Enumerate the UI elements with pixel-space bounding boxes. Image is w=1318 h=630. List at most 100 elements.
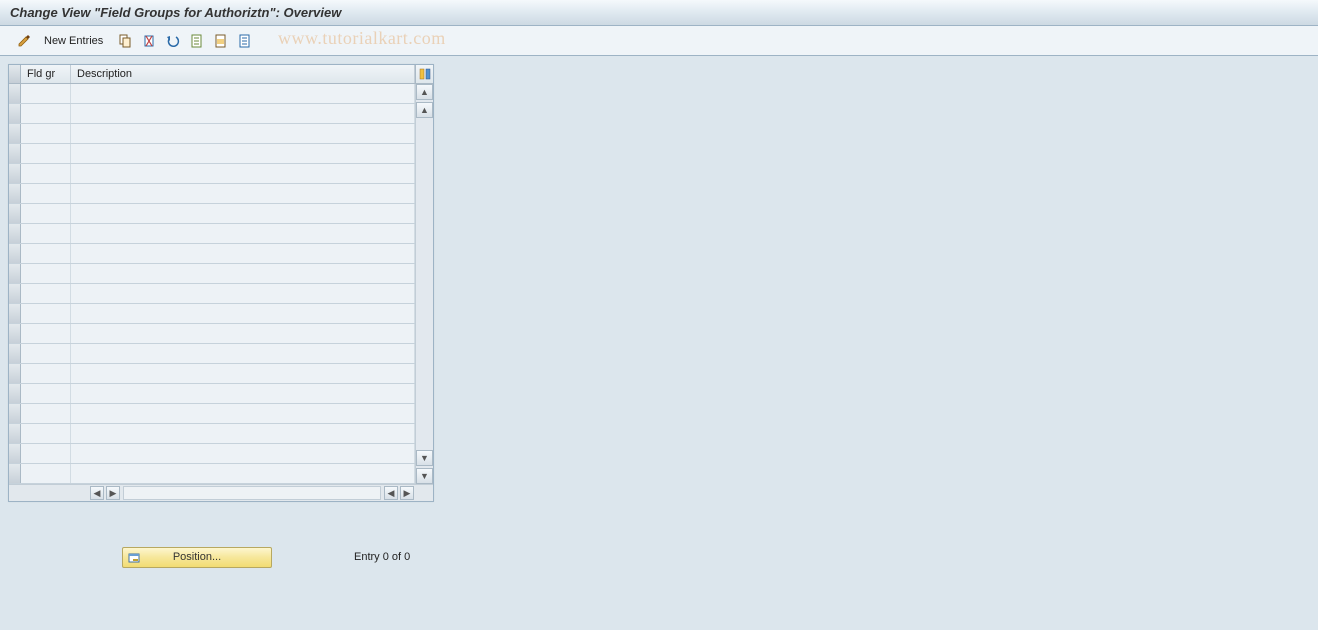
delete-icon[interactable]: [139, 31, 159, 51]
row-selector[interactable]: [9, 364, 21, 383]
cell-fld-gr[interactable]: [21, 404, 71, 423]
cell-description[interactable]: [71, 344, 415, 363]
cell-description[interactable]: [71, 244, 415, 263]
row-selector[interactable]: [9, 244, 21, 263]
cell-fld-gr[interactable]: [21, 364, 71, 383]
table-row: [9, 384, 415, 404]
cell-fld-gr[interactable]: [21, 104, 71, 123]
table-body: ▲ ▲ ▼ ▼: [9, 84, 433, 484]
cell-description[interactable]: [71, 424, 415, 443]
cell-fld-gr[interactable]: [21, 164, 71, 183]
cell-fld-gr[interactable]: [21, 304, 71, 323]
cell-fld-gr[interactable]: [21, 464, 71, 483]
row-selector[interactable]: [9, 164, 21, 183]
table-row: [9, 244, 415, 264]
table-row: [9, 304, 415, 324]
entry-status-text: Entry 0 of 0: [354, 551, 410, 563]
table-row: [9, 464, 415, 484]
undo-change-icon[interactable]: [163, 31, 183, 51]
cell-description[interactable]: [71, 404, 415, 423]
cell-description[interactable]: [71, 264, 415, 283]
vertical-scrollbar[interactable]: ▲ ▲ ▼ ▼: [415, 84, 433, 484]
cell-description[interactable]: [71, 464, 415, 483]
cell-description[interactable]: [71, 364, 415, 383]
row-selector[interactable]: [9, 84, 21, 103]
cell-fld-gr[interactable]: [21, 124, 71, 143]
cell-fld-gr[interactable]: [21, 344, 71, 363]
cell-description[interactable]: [71, 304, 415, 323]
cell-fld-gr[interactable]: [21, 444, 71, 463]
scroll-left-end-icon[interactable]: ◀: [384, 486, 398, 500]
cell-fld-gr[interactable]: [21, 384, 71, 403]
table-row: [9, 324, 415, 344]
row-selector[interactable]: [9, 404, 21, 423]
row-selector[interactable]: [9, 284, 21, 303]
cell-fld-gr[interactable]: [21, 224, 71, 243]
cell-description[interactable]: [71, 184, 415, 203]
cell-fld-gr[interactable]: [21, 144, 71, 163]
row-selector[interactable]: [9, 464, 21, 483]
table-row: [9, 444, 415, 464]
row-selector[interactable]: [9, 124, 21, 143]
row-selector[interactable]: [9, 324, 21, 343]
position-button[interactable]: Position...: [122, 547, 272, 568]
horizontal-scroll-track[interactable]: [123, 486, 381, 500]
scroll-left-icon[interactable]: ◀: [90, 486, 104, 500]
table-row: [9, 204, 415, 224]
table-header: Fld gr Description: [9, 65, 433, 84]
table-settings-icon[interactable]: [415, 65, 433, 83]
table-footer: ◀ ▶ ◀ ▶: [9, 484, 433, 501]
row-selector[interactable]: [9, 424, 21, 443]
cell-fld-gr[interactable]: [21, 244, 71, 263]
row-selector[interactable]: [9, 204, 21, 223]
row-selector[interactable]: [9, 144, 21, 163]
copy-as-icon[interactable]: [115, 31, 135, 51]
cell-description[interactable]: [71, 444, 415, 463]
row-selector[interactable]: [9, 184, 21, 203]
scroll-up-icon[interactable]: ▲: [416, 102, 433, 118]
row-selector[interactable]: [9, 344, 21, 363]
row-selector[interactable]: [9, 104, 21, 123]
scroll-down-icon[interactable]: ▼: [416, 468, 433, 484]
cell-fld-gr[interactable]: [21, 204, 71, 223]
row-selector[interactable]: [9, 384, 21, 403]
scroll-right-end-icon[interactable]: ▶: [400, 486, 414, 500]
cell-description[interactable]: [71, 164, 415, 183]
title-bar: Change View "Field Groups for Authoriztn…: [0, 0, 1318, 26]
row-selector[interactable]: [9, 304, 21, 323]
column-header-description[interactable]: Description: [71, 65, 415, 83]
cell-fld-gr[interactable]: [21, 424, 71, 443]
new-entries-button[interactable]: New Entries: [44, 35, 103, 47]
row-selector-header[interactable]: [9, 65, 21, 83]
cell-description[interactable]: [71, 284, 415, 303]
row-selector[interactable]: [9, 264, 21, 283]
scroll-down-icon[interactable]: ▼: [416, 450, 433, 466]
cell-description[interactable]: [71, 104, 415, 123]
watermark-text: www.tutorialkart.com: [278, 28, 446, 49]
cell-description[interactable]: [71, 124, 415, 143]
cell-fld-gr[interactable]: [21, 284, 71, 303]
table-row: [9, 284, 415, 304]
row-selector[interactable]: [9, 224, 21, 243]
cell-description[interactable]: [71, 224, 415, 243]
cell-fld-gr[interactable]: [21, 264, 71, 283]
table-row: [9, 404, 415, 424]
cell-fld-gr[interactable]: [21, 324, 71, 343]
select-block-icon[interactable]: [211, 31, 231, 51]
cell-fld-gr[interactable]: [21, 184, 71, 203]
column-header-fld-gr[interactable]: Fld gr: [21, 65, 71, 83]
cell-fld-gr[interactable]: [21, 84, 71, 103]
scroll-up-icon[interactable]: ▲: [416, 84, 433, 100]
toggle-display-change-icon[interactable]: [14, 31, 34, 51]
row-selector[interactable]: [9, 444, 21, 463]
scroll-right-icon[interactable]: ▶: [106, 486, 120, 500]
cell-description[interactable]: [71, 384, 415, 403]
content-area: Fld gr Description ▲ ▲ ▼ ▼ ◀ ▶: [0, 56, 1318, 576]
cell-description[interactable]: [71, 84, 415, 103]
cell-description[interactable]: [71, 204, 415, 223]
table-row: [9, 424, 415, 444]
cell-description[interactable]: [71, 324, 415, 343]
cell-description[interactable]: [71, 144, 415, 163]
deselect-all-icon[interactable]: [235, 31, 255, 51]
select-all-icon[interactable]: [187, 31, 207, 51]
